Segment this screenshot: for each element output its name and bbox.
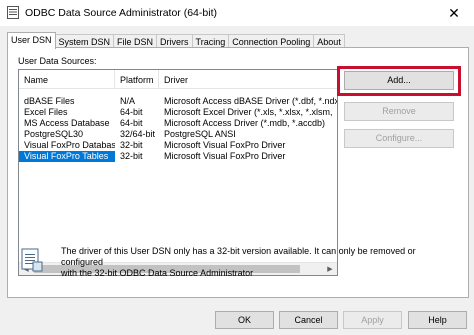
apply-button[interactable]: Apply [343,311,402,329]
ok-button[interactable]: OK [215,311,274,329]
cancel-button[interactable]: Cancel [279,311,338,329]
row-name: MS Access Database [24,118,110,128]
odbc-app-icon [7,6,19,19]
list-rows: dBASE Files N/A Microsoft Access dBASE D… [19,96,337,162]
row-name: Excel Files [24,107,68,117]
data-source-icon [21,248,43,272]
list-header: Name Platform Driver [19,70,337,89]
help-button[interactable]: Help [408,311,467,329]
remove-button[interactable]: Remove [344,102,454,121]
column-header-platform[interactable]: Platform [115,70,159,88]
configure-button[interactable]: Configure... [344,129,454,148]
close-button[interactable]: ✕ [434,0,474,26]
user-data-sources-label: User Data Sources: [18,56,97,66]
row-platform: 64-bit [120,107,143,117]
column-header-driver[interactable]: Driver [159,70,337,88]
row-driver: Microsoft Visual FoxPro Driver [164,140,286,150]
close-icon: ✕ [448,4,460,21]
list-item[interactable]: PostgreSQL30 32/64-bit PostgreSQL ANSI [19,129,337,140]
list-item[interactable]: MS Access Database 64-bit Microsoft Acce… [19,118,337,129]
list-item[interactable]: Visual FoxPro Database 32-bit Microsoft … [19,140,337,151]
list-item[interactable]: Excel Files 64-bit Microsoft Excel Drive… [19,107,337,118]
tab-strip: User DSN System DSN File DSN Drivers Tra… [7,32,345,49]
row-platform: 64-bit [120,118,143,128]
row-driver: Microsoft Visual FoxPro Driver [164,151,286,161]
row-platform: 32-bit [120,151,143,161]
row-platform: 32-bit [120,140,143,150]
configure-button-label: Configure... [375,133,423,143]
row-driver: Microsoft Access Driver (*.mdb, *.accdb) [164,118,326,128]
title-bar: ODBC Data Source Administrator (64-bit) … [0,0,474,26]
list-item[interactable]: dBASE Files N/A Microsoft Access dBASE D… [19,96,337,107]
row-name: Visual FoxPro Database [24,140,115,150]
info-message: The driver of this User DSN only has a 3… [61,246,451,279]
info-text-line-2: with the 32-bit ODBC Data Source Adminis… [61,268,254,278]
row-name: dBASE Files [24,96,75,106]
remove-button-label: Remove [382,106,416,116]
column-header-name[interactable]: Name [19,70,115,88]
row-platform: 32/64-bit [120,129,156,139]
data-sources-list[interactable]: Name Platform Driver dBASE Files N/A Mic… [18,69,338,276]
add-button-highlight [337,66,461,96]
row-name: Visual FoxPro Tables [19,151,115,162]
row-driver: PostgreSQL ANSI [164,129,236,139]
row-driver: Microsoft Access dBASE Driver (*.dbf, *.… [164,96,337,106]
row-driver: Microsoft Excel Driver (*.xls, *.xlsx, *… [164,107,333,117]
row-name: PostgreSQL30 [24,129,84,139]
list-item-selected[interactable]: Visual FoxPro Tables 32-bit Microsoft Vi… [19,151,337,162]
window-title: ODBC Data Source Administrator (64-bit) [25,7,217,19]
row-platform: N/A [120,96,136,106]
tab-user-dsn[interactable]: User DSN [7,32,56,49]
info-text-line-1: The driver of this User DSN only has a 3… [61,246,416,267]
